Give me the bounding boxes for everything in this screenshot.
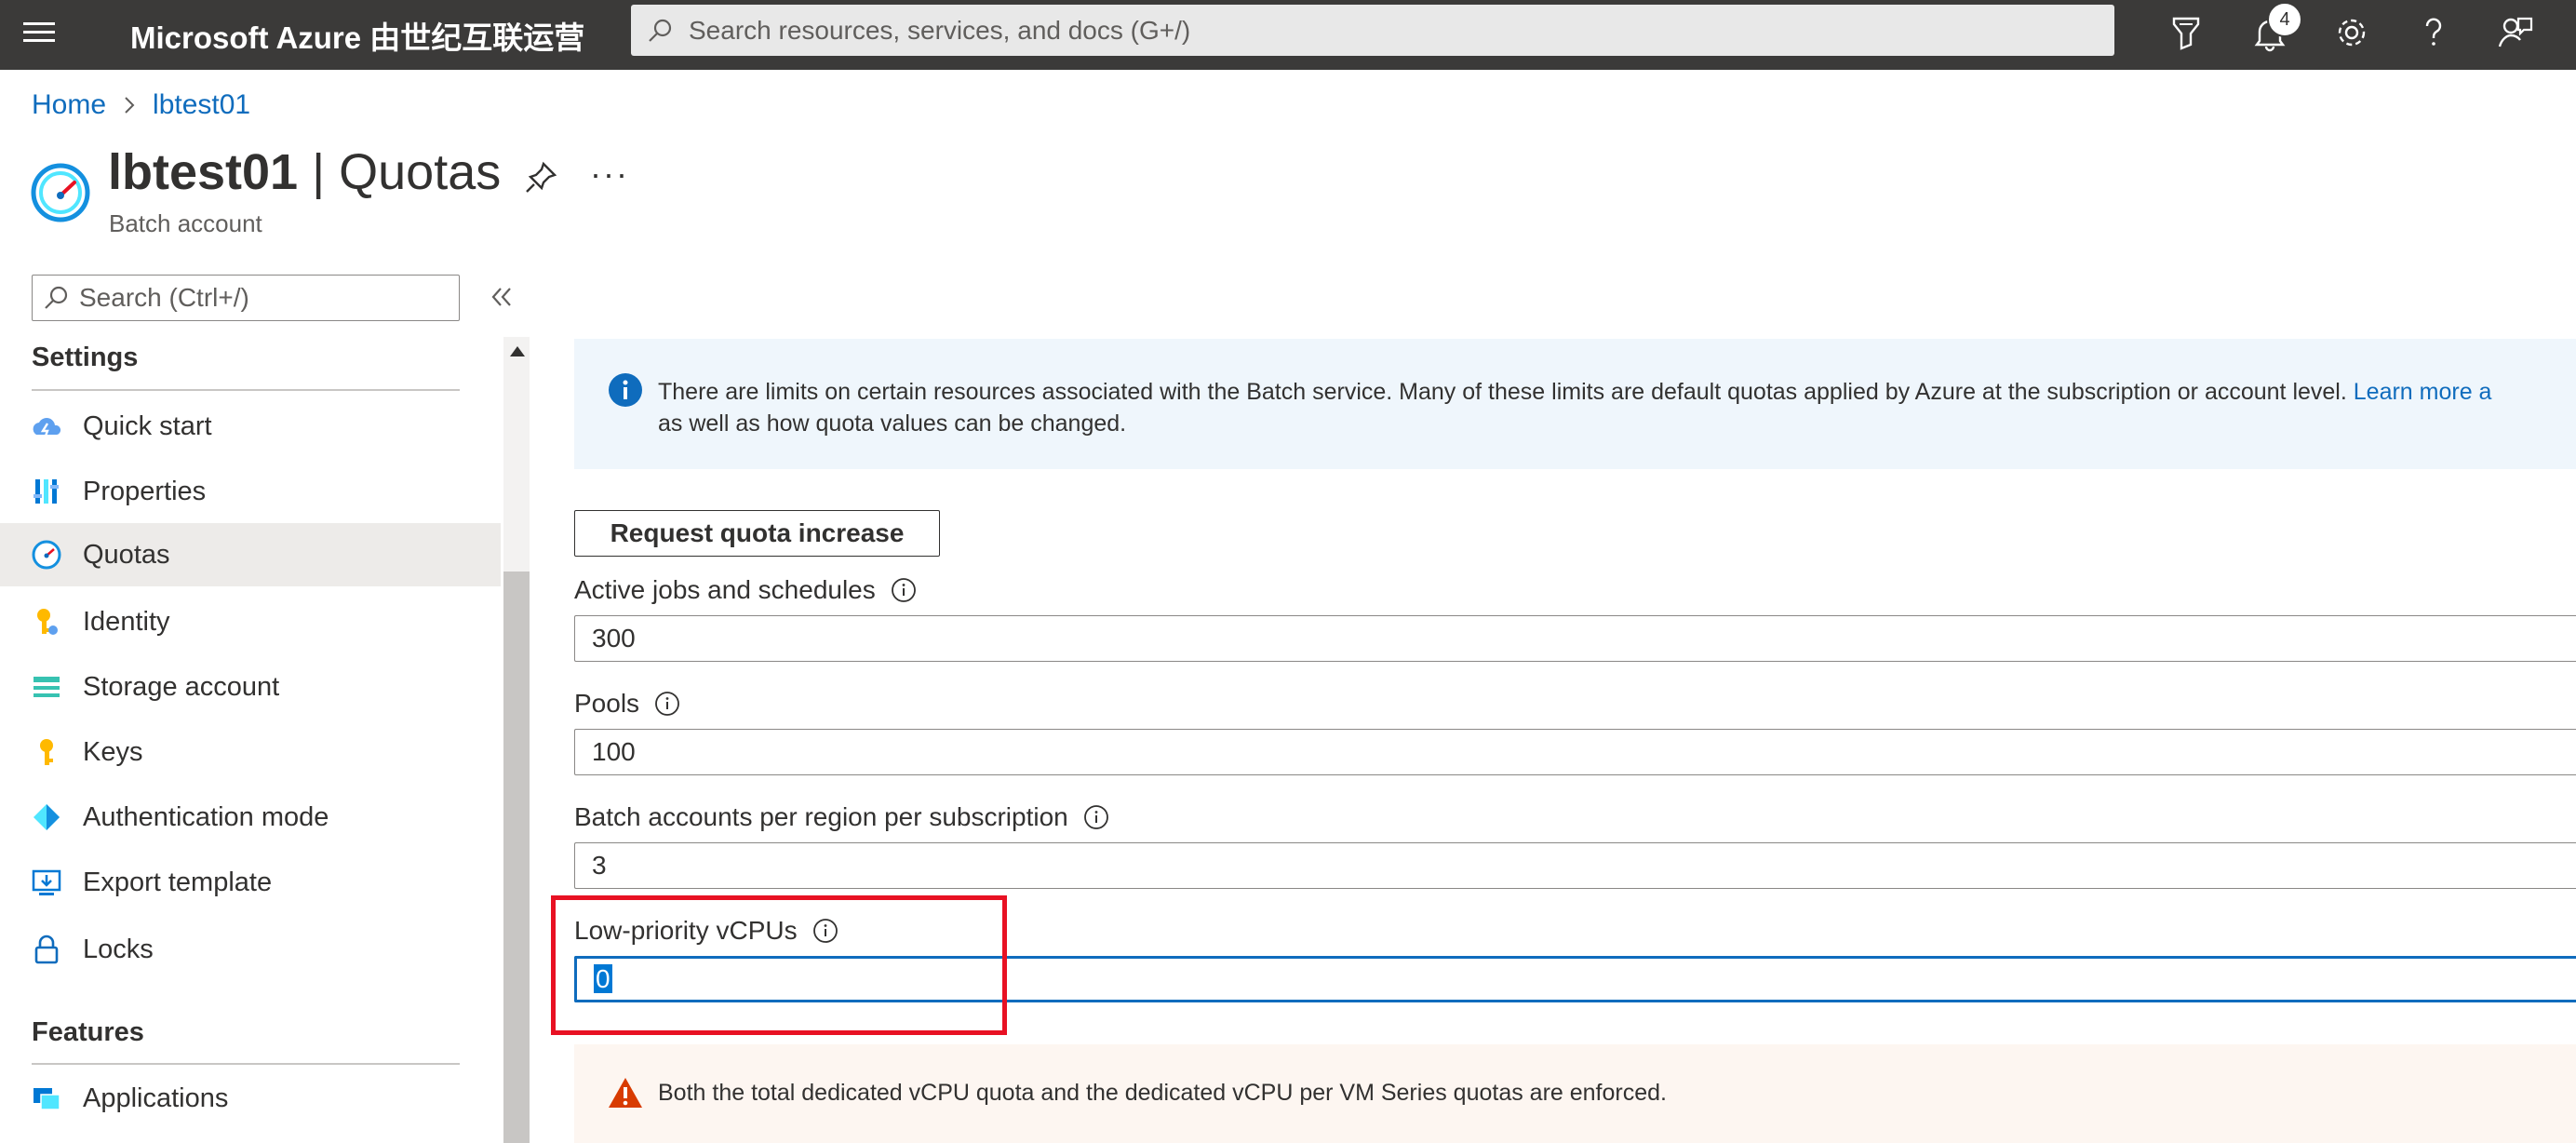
info-icon[interactable] (1083, 804, 1109, 830)
nav-section-features: Features (32, 1017, 144, 1047)
nav-item-label: Quotas (83, 539, 170, 570)
cloud-shell-filter-icon[interactable] (2165, 11, 2207, 54)
gear-icon[interactable] (2330, 11, 2373, 54)
field-label-active-jobs: Active jobs and schedules (574, 575, 917, 605)
field-label-pools: Pools (574, 689, 680, 719)
page-title-resource: lbtest01 (108, 144, 299, 200)
nav-item-identity[interactable]: Identity (0, 590, 501, 653)
nav-item-authentication-mode[interactable]: Authentication mode (0, 786, 501, 849)
page-subtitle: Batch account (109, 209, 262, 237)
nav-item-properties[interactable]: Properties (0, 460, 501, 523)
info-banner-line2: as well as how quota values can be chang… (658, 410, 1127, 437)
lock-icon (34, 935, 59, 964)
info-banner-text: There are limits on certain resources as… (658, 376, 2576, 439)
pin-icon[interactable] (523, 160, 558, 195)
export-template-icon (32, 869, 61, 895)
page-title: lbtest01 | Quotas (108, 143, 501, 201)
nav-section-settings: Settings (32, 343, 139, 372)
field-label-text: Active jobs and schedules (574, 575, 876, 604)
nav-item-quick-start[interactable]: Quick start (0, 395, 501, 458)
active-jobs-input[interactable] (574, 615, 2576, 662)
storage-icon (34, 677, 60, 697)
feedback-icon[interactable] (2494, 11, 2537, 54)
warning-icon (609, 1078, 642, 1108)
nav-item-label: Keys (83, 736, 143, 767)
learn-more-link[interactable]: Learn more a (2354, 379, 2492, 405)
info-banner: There are limits on certain resources as… (574, 339, 2576, 469)
nav-item-label: Export template (83, 867, 273, 897)
more-options-button[interactable]: ··· (590, 155, 629, 194)
nav-item-quotas[interactable]: Quotas (0, 523, 501, 586)
nav-item-export-template[interactable]: Export template (0, 851, 501, 914)
nav-item-storage-account[interactable]: Storage account (0, 655, 501, 719)
chevron-right-icon (125, 97, 135, 114)
diamond-icon (34, 804, 60, 830)
search-icon (649, 19, 672, 42)
notification-count-badge: 4 (2267, 2, 2302, 37)
cloud-lightning-icon (33, 418, 61, 439)
nav-item-locks[interactable]: Locks (0, 918, 501, 981)
annotation-highlight-box (551, 895, 1007, 1035)
nav-search-input[interactable] (77, 282, 453, 314)
nav-item-label: Storage account (83, 671, 280, 702)
request-quota-increase-button[interactable]: Request quota increase (574, 510, 940, 557)
nav-item-label: Quick start (83, 410, 212, 441)
nav-item-label: Locks (83, 934, 154, 964)
breadcrumb-resource-link[interactable]: lbtest01 (153, 89, 250, 121)
batch-accounts-input[interactable] (574, 842, 2576, 889)
scroll-up-arrow-icon[interactable] (510, 346, 525, 356)
portal-brand[interactable]: Microsoft Azure 由世纪互联运营 (130, 13, 584, 58)
nav-item-label: Properties (83, 476, 207, 506)
nav-item-label: Applications (83, 1082, 229, 1113)
field-label-text: Batch accounts per region per subscripti… (574, 802, 1068, 831)
info-icon[interactable] (891, 577, 917, 603)
global-search[interactable] (631, 5, 2114, 56)
global-search-input[interactable] (687, 14, 2086, 47)
nav-item-keys[interactable]: Keys (0, 720, 501, 784)
search-icon (45, 286, 68, 309)
info-icon[interactable] (654, 691, 680, 717)
nav-scrollbar-thumb[interactable] (503, 572, 530, 1143)
info-icon (609, 373, 642, 407)
collapse-menu-icon[interactable] (486, 281, 517, 313)
top-bar: Microsoft Azure 由世纪互联运营 4 (0, 0, 2576, 70)
breadcrumb-home-link[interactable]: Home (32, 89, 106, 121)
page-title-separator: | (298, 144, 340, 200)
breadcrumb: Home lbtest01 (32, 89, 250, 121)
warning-text: Both the total dedicated vCPU quota and … (658, 1080, 1667, 1106)
field-label-batch-accounts: Batch accounts per region per subscripti… (574, 802, 1109, 832)
key-identity-icon (37, 609, 58, 635)
quota-gauge-icon (31, 163, 90, 222)
pools-input[interactable] (574, 729, 2576, 775)
nav-item-label: Identity (83, 606, 170, 637)
nav-divider (32, 1063, 460, 1065)
nav-item-applications[interactable]: Applications (0, 1067, 501, 1130)
menu-icon[interactable] (20, 17, 58, 54)
info-banner-line1: There are limits on certain resources as… (658, 379, 2347, 405)
help-icon[interactable] (2412, 11, 2455, 54)
key-icon (40, 739, 53, 765)
warning-banner: Both the total dedicated vCPU quota and … (574, 1044, 2576, 1143)
nav-search[interactable] (32, 275, 460, 321)
quota-gauge-icon (32, 540, 61, 570)
applications-icon (34, 1088, 60, 1110)
field-label-text: Pools (574, 689, 640, 718)
page-title-page: Quotas (339, 144, 502, 200)
properties-icon (34, 479, 59, 504)
nav-divider (32, 389, 460, 391)
nav-item-label: Authentication mode (83, 801, 329, 832)
